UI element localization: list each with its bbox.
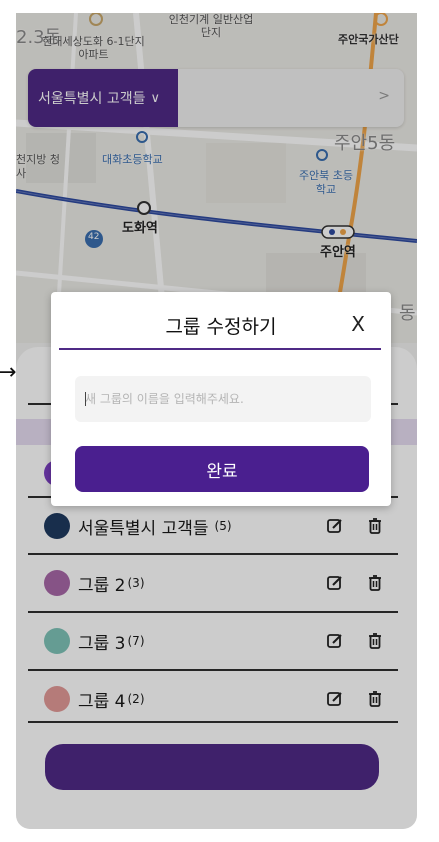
text-cursor	[85, 392, 86, 406]
edit-group-modal: 그룹 수정하기 X 완료	[51, 292, 391, 506]
group-name-input[interactable]	[75, 376, 371, 422]
submit-button[interactable]: 완료	[75, 446, 369, 492]
arrow-right-icon: →	[0, 360, 17, 385]
modal-divider	[59, 348, 381, 350]
modal-title: 그룹 수정하기	[165, 316, 277, 338]
close-button[interactable]: X	[351, 312, 365, 336]
